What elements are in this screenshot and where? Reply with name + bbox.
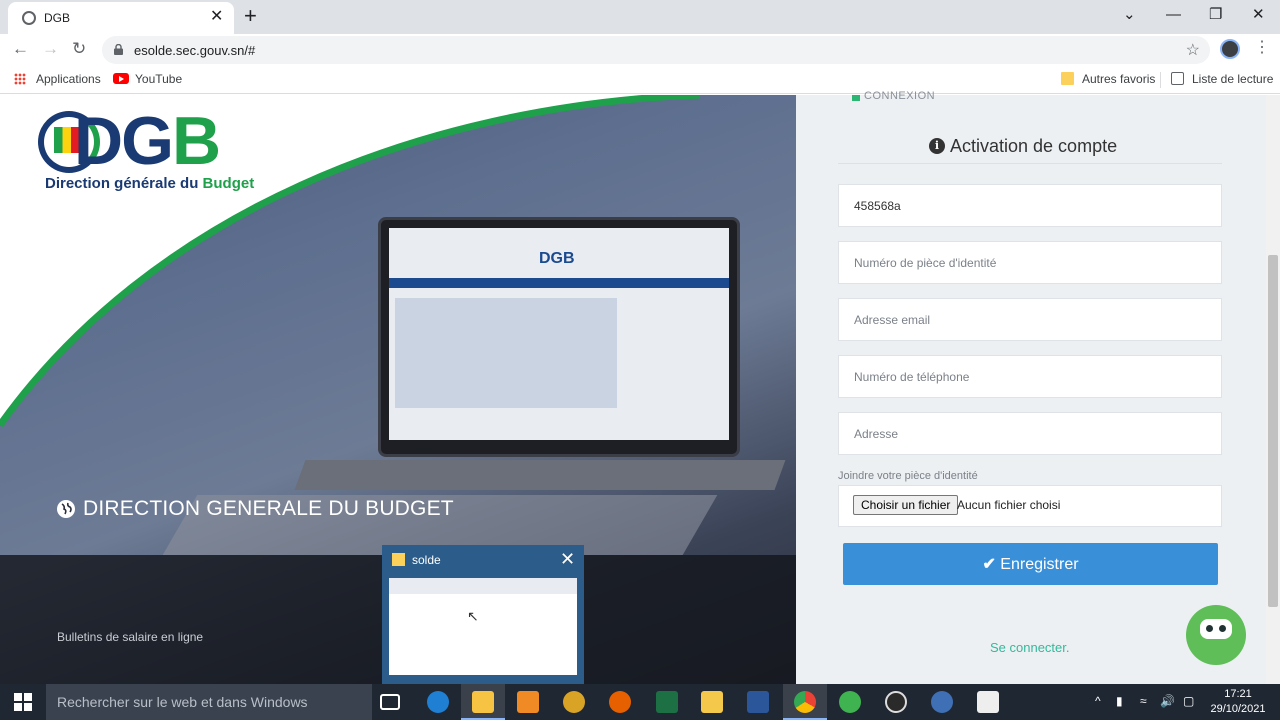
forward-arrow-icon[interactable]: → xyxy=(42,39,59,59)
address-input[interactable] xyxy=(838,412,1222,455)
id-number-input[interactable] xyxy=(838,241,1222,284)
logo-tagline-accent: Budget xyxy=(202,175,255,192)
hero-subtitle: Bulletins de salaire en ligne xyxy=(57,630,204,644)
register-button-label: Enregistrer xyxy=(995,556,1079,573)
windows-taskbar: Rechercher sur le web et dans Windows ^ … xyxy=(0,684,1280,720)
thumbnail-ribbon xyxy=(389,578,577,594)
url-text: esolde.sec.gouv.sn/# xyxy=(134,43,256,58)
robot-eye-left xyxy=(1206,625,1213,632)
scrollbar-thumb[interactable] xyxy=(1268,255,1278,607)
thumbnail-close-icon[interactable]: ✕ xyxy=(560,549,575,569)
minimize-button[interactable]: — xyxy=(1166,5,1181,25)
thumbnail-title: solde xyxy=(412,553,441,567)
robot-eye-right xyxy=(1219,625,1226,632)
reload-icon[interactable]: ↻ xyxy=(72,39,86,59)
logo-letter-b: B xyxy=(172,103,221,179)
page-scrollbar[interactable] xyxy=(1266,95,1280,684)
file-explorer-icon[interactable] xyxy=(472,691,494,713)
apps-grid-icon[interactable] xyxy=(14,73,26,85)
globe-icon xyxy=(57,500,75,518)
new-tab-button[interactable]: + xyxy=(244,4,257,28)
tray-expand-icon[interactable]: ^ xyxy=(1095,694,1101,708)
connexion-bullet-icon xyxy=(852,95,860,101)
folder-icon[interactable] xyxy=(701,691,723,713)
chatbot-robot-icon[interactable] xyxy=(1186,605,1246,665)
folder-icon xyxy=(392,553,405,566)
taskbar-search-box[interactable]: Rechercher sur le web et dans Windows xyxy=(46,684,372,720)
close-window-button[interactable]: ✕ xyxy=(1252,5,1265,25)
form-heading: Activation de compte xyxy=(950,136,1118,156)
menu-dots-icon[interactable]: ⋮ xyxy=(1254,38,1270,58)
file-status-text: Aucun fichier choisi xyxy=(957,498,1061,512)
clock-time: 17:21 xyxy=(1224,688,1252,700)
tab-search-icon[interactable]: ⌄ xyxy=(1123,5,1136,25)
notifications-icon[interactable]: ▢ xyxy=(1183,694,1194,708)
info-circle-icon: i xyxy=(929,138,945,154)
youtube-icon xyxy=(113,73,129,84)
browser-toolbar: ← → ↻ esolde.sec.gouv.sn/# ☆ xyxy=(0,34,1280,66)
hero-title: DIRECTION GENERALE DU BUDGET xyxy=(83,497,454,520)
dgb-logo: DGB xyxy=(74,107,221,175)
taskbar-clock[interactable]: 17:21 29/10/2021 xyxy=(1210,687,1266,717)
file-upload-label: Joindre votre pièce d'identité xyxy=(838,470,978,482)
audio-app-icon[interactable] xyxy=(563,691,585,713)
tab-favicon-icon xyxy=(22,11,36,25)
volume-icon[interactable]: 🔊 xyxy=(1160,694,1175,708)
register-button[interactable]: ✔ Enregistrer xyxy=(843,543,1218,585)
edge-icon[interactable] xyxy=(427,691,449,713)
tab-close-icon[interactable]: ✕ xyxy=(210,8,223,26)
choose-file-button[interactable]: Choisir un fichier xyxy=(853,495,959,515)
screen-recorder-icon[interactable] xyxy=(931,691,953,713)
utorrent-icon[interactable] xyxy=(839,691,861,713)
login-link[interactable]: Se connecter. xyxy=(990,640,1070,655)
tab-title: DGB xyxy=(44,11,71,25)
word-icon[interactable] xyxy=(747,691,769,713)
bookmark-applications[interactable]: Applications xyxy=(36,72,101,86)
address-bar[interactable]: esolde.sec.gouv.sn/# ☆ xyxy=(102,36,1210,64)
logo-tagline: Direction générale du Budget xyxy=(45,175,254,192)
bookmark-other-favorites[interactable]: Autres favoris xyxy=(1082,72,1155,86)
lock-icon xyxy=(114,44,123,55)
connexion-hint: CONNEXION xyxy=(864,90,936,102)
matricule-input[interactable] xyxy=(838,184,1222,227)
thumbnail-preview: ↖ xyxy=(389,578,577,675)
maximize-button[interactable]: ❐ xyxy=(1209,5,1222,25)
firefox-icon[interactable] xyxy=(609,691,631,713)
profile-avatar[interactable] xyxy=(1220,39,1240,59)
obs-icon[interactable] xyxy=(885,691,907,713)
excel-icon[interactable] xyxy=(656,691,678,713)
reading-list-icon xyxy=(1171,72,1184,85)
logo-letters: DG xyxy=(74,103,174,179)
clock-date: 29/10/2021 xyxy=(1210,703,1266,715)
email-input[interactable] xyxy=(838,298,1222,341)
battery-icon[interactable]: ▮ xyxy=(1116,694,1123,708)
phone-input[interactable] xyxy=(838,355,1222,398)
task-view-icon[interactable] xyxy=(380,694,400,710)
wifi-icon[interactable]: ≈ xyxy=(1140,694,1147,708)
folder-icon xyxy=(1061,72,1074,85)
bookmark-star-icon[interactable]: ☆ xyxy=(1186,40,1200,60)
mouse-cursor-icon: ↖ xyxy=(467,608,479,624)
bookmark-separator xyxy=(1160,72,1161,88)
bookmark-reading-list[interactable]: Liste de lecture xyxy=(1192,72,1273,86)
start-button[interactable] xyxy=(0,684,46,720)
tab-strip: DGB ✕ + ⌄ — ❐ ✕ xyxy=(0,0,1280,34)
media-player-icon[interactable] xyxy=(517,691,539,713)
back-arrow-icon[interactable]: ← xyxy=(12,39,29,59)
robot-face xyxy=(1200,619,1232,639)
windows-logo-icon xyxy=(14,693,32,711)
explorer-thumbnail-popup[interactable]: solde ✕ ↖ xyxy=(382,545,584,684)
browser-tab[interactable]: DGB ✕ xyxy=(8,2,234,34)
bookmark-youtube[interactable]: YouTube xyxy=(135,72,182,86)
check-icon: ✔ xyxy=(982,556,996,573)
logo-tagline-main: Direction générale du xyxy=(45,175,203,192)
clapper-icon[interactable] xyxy=(977,691,999,713)
chrome-icon[interactable] xyxy=(794,691,816,713)
